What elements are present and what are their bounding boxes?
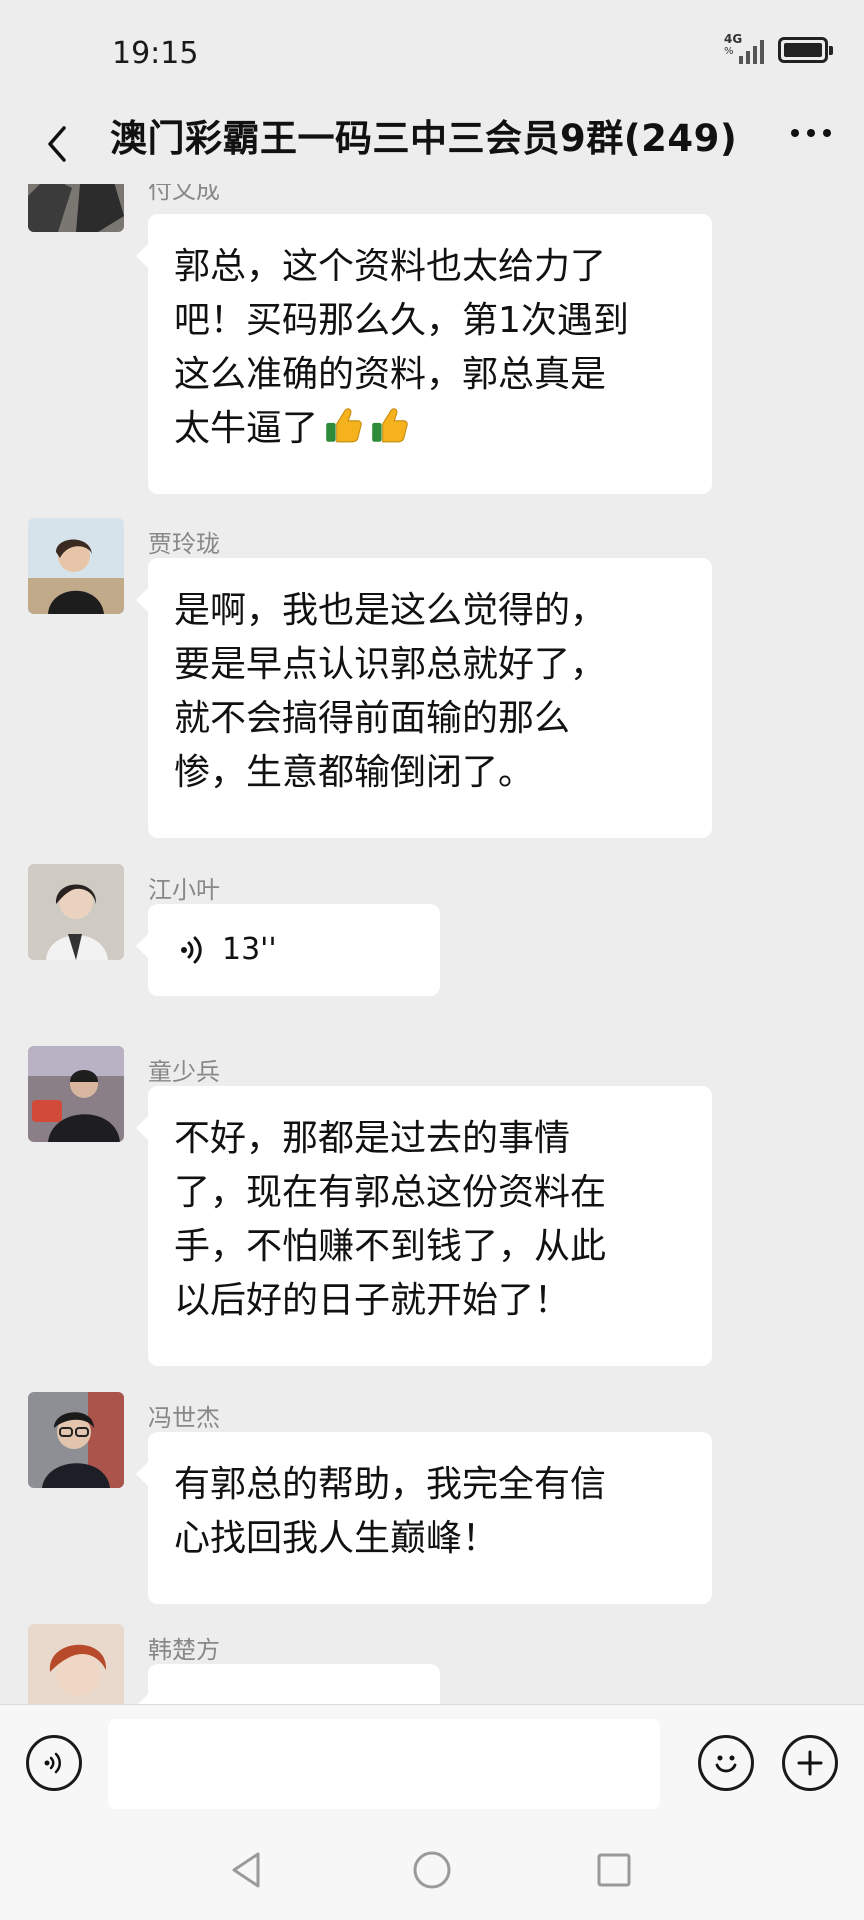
chat-title: 澳门彩霸王一码三中三会员9群(249) <box>110 117 738 160</box>
emoji-button[interactable] <box>698 1735 754 1791</box>
message-line: 不好，那都是过去的事情 <box>174 1118 571 1159</box>
battery-icon <box>778 37 833 63</box>
system-nav-bar <box>0 1820 864 1920</box>
message-bubble[interactable]: 郭总，这个资料也太给力了 吧！买码那么久，第1次遇到 这么准确的资料，郭总真是 … <box>136 214 712 494</box>
sender-name: 贾玲珑 <box>148 530 220 558</box>
network-sub: % <box>724 46 734 57</box>
plus-icon <box>797 1750 823 1776</box>
sender-name: 江小叶 <box>148 876 220 904</box>
dot <box>791 129 799 137</box>
avatar[interactable] <box>28 1624 124 1704</box>
dot <box>823 129 831 137</box>
message-line: 这么准确的资料，郭总真是 <box>174 354 607 395</box>
message-line: 有郭总的帮助，我完全有信 <box>174 1464 607 1505</box>
avatar[interactable] <box>28 518 124 614</box>
message-bubble[interactable]: 是啊，我也是这么觉得的， 要是早点认识郭总就好了， 就不会搞得前面输的那么 惨，… <box>136 558 712 838</box>
message-line: 是啊，我也是这么觉得的， <box>174 590 607 631</box>
input-bar <box>0 1704 864 1820</box>
sender-name: 童少兵 <box>148 1058 220 1086</box>
chevron-left-icon <box>48 126 66 162</box>
message-line: 手，不怕赚不到钱了，从此 <box>174 1226 607 1267</box>
voice-duration: 13'' <box>222 932 277 967</box>
message-line: 心找回我人生巅峰！ <box>174 1518 499 1559</box>
avatar[interactable] <box>28 1046 124 1142</box>
signal-icon: 4G % <box>724 32 764 64</box>
nav-recents-icon[interactable] <box>592 1848 636 1892</box>
message-line: 以后好的日子就开始了！ <box>174 1280 571 1321</box>
status-bar: 19:15 4G % <box>0 0 864 100</box>
avatar[interactable] <box>28 864 124 960</box>
message-line: 要是早点认识郭总就好了， <box>174 644 607 685</box>
message-line-with-emoji: 太牛逼了 <box>174 402 686 456</box>
dot <box>807 129 815 137</box>
thumbs-up-icon <box>372 408 408 443</box>
nav-back-icon[interactable] <box>226 1848 270 1892</box>
message-input[interactable] <box>108 1719 660 1809</box>
sender-name: 付文成 <box>148 184 220 204</box>
status-icons: 4G % <box>724 32 833 64</box>
message-line: 就不会搞得前面输的那么 <box>174 698 571 739</box>
message-bubble[interactable]: 不好，那都是过去的事情 了，现在有郭总这份资料在 手，不怕赚不到钱了，从此 以后… <box>136 1086 712 1366</box>
message-line: 郭总，这个资料也太给力了 <box>174 246 607 287</box>
message-list[interactable]: 付文成 郭总，这个资料也太给力了 吧！买码那么久，第1次遇到 这么准确的资料，郭… <box>0 184 864 1704</box>
nav-home-icon[interactable] <box>410 1848 454 1892</box>
sender-name: 韩楚方 <box>148 1636 220 1664</box>
smiley-icon <box>715 1755 737 1773</box>
voice-input-button[interactable] <box>26 1735 82 1791</box>
message-line: 吧！买码那么久，第1次遇到 <box>174 300 629 341</box>
add-button[interactable] <box>782 1735 838 1791</box>
message-bubble[interactable] <box>136 1664 440 1704</box>
status-time: 19:15 <box>112 36 199 71</box>
thumbs-up-icon <box>326 408 362 443</box>
voice-message-bubble[interactable]: 13'' <box>136 904 440 996</box>
message-bubble[interactable]: 有郭总的帮助，我完全有信 心找回我人生巅峰！ <box>136 1432 712 1604</box>
voice-icon <box>44 1752 61 1774</box>
avatar[interactable] <box>28 1392 124 1488</box>
voice-wave-icon <box>181 936 202 964</box>
message-line: 太牛逼了 <box>174 408 319 449</box>
message-line: 惨，生意都输倒闭了。 <box>174 752 535 793</box>
avatar[interactable] <box>28 184 124 232</box>
back-button[interactable] <box>28 112 88 172</box>
message-line: 了，现在有郭总这份资料在 <box>174 1172 607 1213</box>
more-button[interactable] <box>786 118 836 148</box>
sender-name: 冯世杰 <box>148 1404 220 1432</box>
